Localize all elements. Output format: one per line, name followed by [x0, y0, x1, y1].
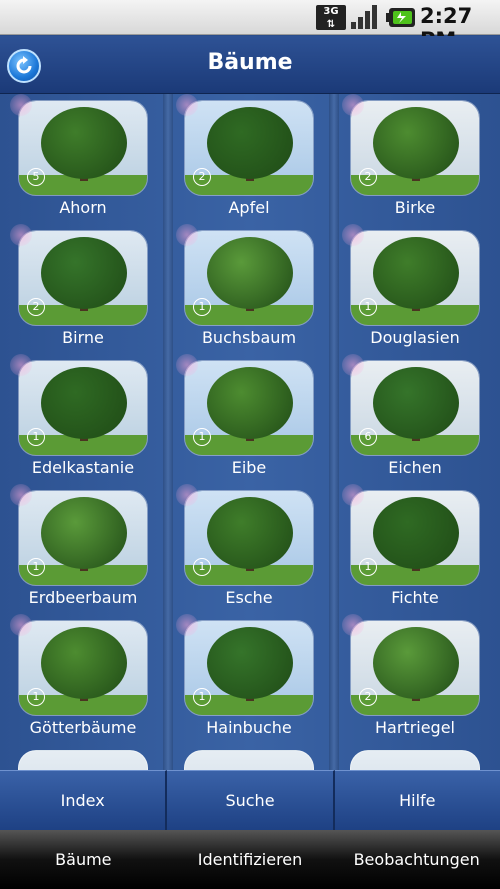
tree-grid[interactable]: 5 Ahorn 2 Apfel 2 Birke 2 Birne 1 Buchsbaum 1 Dougl… — [0, 94, 500, 770]
tree-thumbnail — [18, 750, 148, 770]
highlight-glow — [10, 484, 32, 506]
highlight-glow — [342, 484, 364, 506]
tree-item[interactable]: 2 Hartriegel — [332, 614, 498, 744]
tree-thumbnail: 1 — [184, 360, 314, 456]
tree-thumbnail: 6 — [350, 360, 480, 456]
tree-label: Eibe — [231, 458, 267, 477]
tree-thumbnail — [184, 750, 314, 770]
network-type: 3G — [323, 6, 339, 17]
highlight-glow — [10, 354, 32, 376]
tree-label: Ahorn — [59, 198, 107, 217]
tree-label: Eichen — [388, 458, 442, 477]
count-badge: 1 — [193, 298, 211, 316]
tree-item[interactable]: 2 Apfel — [166, 94, 332, 224]
network-icon: 3G ⇅ — [316, 5, 346, 30]
count-badge: 1 — [193, 558, 211, 576]
sub-tab-bar: Index Suche Hilfe — [0, 770, 500, 830]
count-badge: 6 — [359, 428, 377, 446]
count-badge: 1 — [27, 688, 45, 706]
tree-item[interactable]: 1 Götterbäume — [0, 614, 166, 744]
tab-index[interactable]: Index — [0, 770, 168, 830]
tree-item[interactable]: 1 Edelkastanie — [0, 354, 166, 484]
tree-item-partial[interactable] — [166, 744, 332, 770]
tree-label: Hainbuche — [206, 718, 292, 737]
count-badge: 1 — [27, 428, 45, 446]
tree-thumbnail: 2 — [18, 230, 148, 326]
tree-label: Erdbeerbaum — [28, 588, 138, 607]
tab-hilfe[interactable]: Hilfe — [334, 770, 500, 830]
tree-label: Douglasien — [370, 328, 460, 347]
tree-item[interactable]: 1 Eibe — [166, 354, 332, 484]
tree-item[interactable]: 2 Birke — [332, 94, 498, 224]
battery-icon — [386, 8, 415, 27]
count-badge: 5 — [27, 168, 45, 186]
tree-item[interactable]: 1 Hainbuche — [166, 614, 332, 744]
tree-thumbnail: 2 — [184, 100, 314, 196]
tree-label: Buchsbaum — [201, 328, 297, 347]
tree-thumbnail: 1 — [18, 360, 148, 456]
tree-thumbnail: 1 — [184, 620, 314, 716]
highlight-glow — [342, 614, 364, 636]
tree-label: Esche — [225, 588, 273, 607]
tree-thumbnail: 2 — [350, 620, 480, 716]
tree-item-partial[interactable] — [0, 744, 166, 770]
tree-thumbnail: 1 — [18, 620, 148, 716]
highlight-glow — [176, 614, 198, 636]
tab-identifizieren[interactable]: Identifizieren — [167, 830, 334, 889]
tab-baeume[interactable]: Bäume — [0, 830, 167, 889]
highlight-glow — [176, 94, 198, 116]
count-badge: 1 — [193, 688, 211, 706]
highlight-glow — [176, 224, 198, 246]
title-bar: Bäume — [0, 36, 500, 94]
highlight-glow — [342, 224, 364, 246]
tree-item[interactable]: 6 Eichen — [332, 354, 498, 484]
tree-label: Fichte — [391, 588, 439, 607]
tree-thumbnail: 1 — [184, 230, 314, 326]
tree-thumbnail: 1 — [184, 490, 314, 586]
tree-label: Götterbäume — [29, 718, 137, 737]
tree-thumbnail: 2 — [350, 100, 480, 196]
tree-label: Birke — [394, 198, 436, 217]
tree-item[interactable]: 1 Esche — [166, 484, 332, 614]
tree-thumbnail — [350, 750, 480, 770]
tab-beobachtungen[interactable]: Beobachtungen — [333, 830, 500, 889]
tree-item[interactable]: 1 Erdbeerbaum — [0, 484, 166, 614]
tab-suche[interactable]: Suche — [167, 770, 335, 830]
count-badge: 2 — [359, 168, 377, 186]
tree-item[interactable]: 1 Douglasien — [332, 224, 498, 354]
main-tab-bar: Bäume Identifizieren Beobachtungen — [0, 830, 500, 889]
page-title: Bäume — [207, 50, 293, 75]
count-badge: 1 — [359, 558, 377, 576]
count-badge: 1 — [193, 428, 211, 446]
tree-label: Hartriegel — [375, 718, 455, 737]
count-badge: 1 — [27, 558, 45, 576]
tree-label: Birne — [62, 328, 104, 347]
highlight-glow — [176, 484, 198, 506]
highlight-glow — [10, 224, 32, 246]
count-badge: 2 — [27, 298, 45, 316]
highlight-glow — [176, 354, 198, 376]
tree-item[interactable]: 1 Buchsbaum — [166, 224, 332, 354]
tree-thumbnail: 1 — [18, 490, 148, 586]
tree-item[interactable]: 2 Birne — [0, 224, 166, 354]
tree-label: Apfel — [228, 198, 270, 217]
count-badge: 2 — [359, 688, 377, 706]
highlight-glow — [10, 94, 32, 116]
tree-thumbnail: 1 — [350, 490, 480, 586]
count-badge: 1 — [359, 298, 377, 316]
count-badge: 2 — [193, 168, 211, 186]
highlight-glow — [10, 614, 32, 636]
highlight-glow — [342, 354, 364, 376]
tree-label: Edelkastanie — [31, 458, 135, 477]
signal-icon — [351, 5, 377, 29]
tree-item[interactable]: 5 Ahorn — [0, 94, 166, 224]
tree-thumbnail: 1 — [350, 230, 480, 326]
status-bar: 3G⇅ 2:27 PM — [0, 0, 500, 52]
tree-item-partial[interactable] — [332, 744, 498, 770]
tree-item[interactable]: 1 Fichte — [332, 484, 498, 614]
tree-thumbnail: 5 — [18, 100, 148, 196]
highlight-glow — [342, 94, 364, 116]
